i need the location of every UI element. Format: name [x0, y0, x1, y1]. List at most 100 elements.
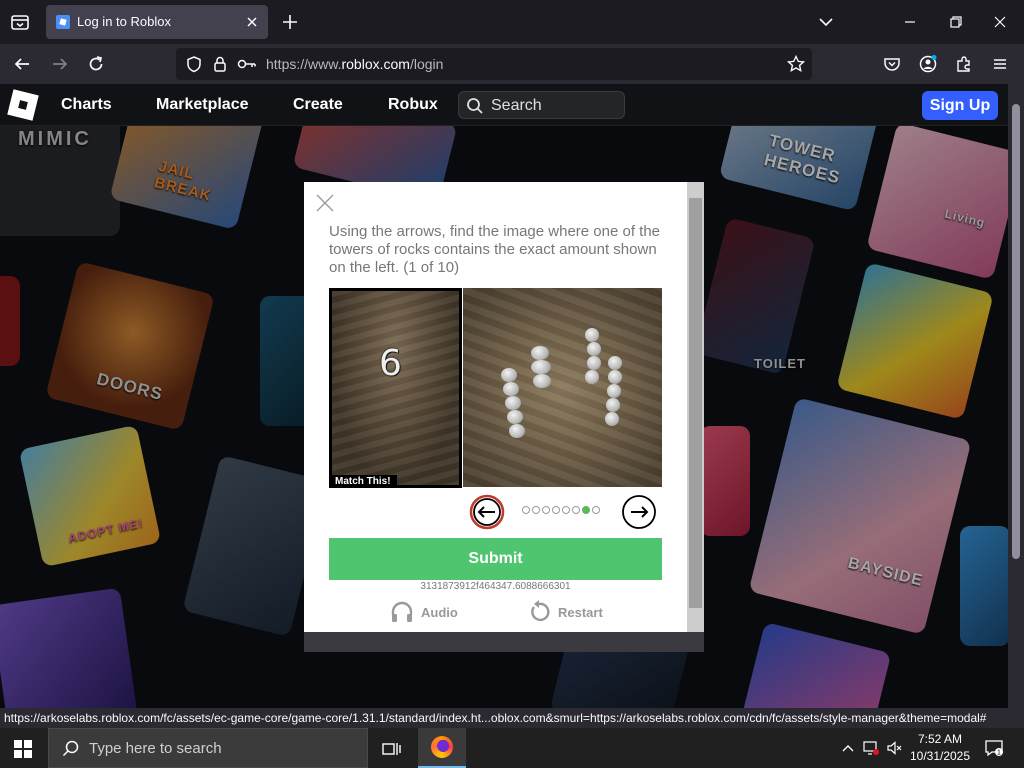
search-icon: [465, 96, 485, 116]
rock: [608, 370, 622, 384]
session-id: 3131873912f464347.6088666301: [420, 581, 571, 592]
page-dot: [582, 506, 590, 514]
rock: [531, 346, 549, 360]
rock: [503, 382, 519, 396]
star-icon[interactable]: [786, 54, 806, 74]
nav-robux[interactable]: Robux: [388, 96, 438, 114]
browser-toolbar: https://www.roblox.com/login: [0, 44, 1024, 84]
sign-up-button[interactable]: Sign Up: [922, 91, 998, 120]
roblox-favicon: [56, 15, 70, 29]
rock: [505, 396, 521, 410]
match-this-label: Match This!: [329, 475, 397, 488]
system-clock[interactable]: 7:52 AM 10/31/2025: [906, 731, 974, 765]
url-domain: roblox.com: [341, 56, 410, 72]
page-scrollbar-thumb[interactable]: [1012, 104, 1020, 559]
close-icon[interactable]: [990, 12, 1010, 32]
rock: [585, 370, 599, 384]
page-dot: [572, 506, 580, 514]
target-image: 6: [332, 291, 459, 485]
chevron-down-icon[interactable]: [817, 13, 835, 31]
tab-list-icon[interactable]: [8, 10, 32, 34]
rock-tower-image: [463, 288, 662, 487]
captcha-modal: Using the arrows, find the image where o…: [304, 182, 687, 632]
page-scrollbar[interactable]: [1008, 84, 1024, 708]
rock: [585, 328, 599, 342]
close-icon[interactable]: [244, 14, 260, 30]
rock: [501, 368, 517, 382]
page-dot: [542, 506, 550, 514]
target-number: 6: [379, 343, 402, 384]
extensions-icon[interactable]: [954, 54, 974, 74]
clock-date: 10/31/2025: [909, 749, 971, 763]
submit-button[interactable]: Submit: [329, 538, 662, 580]
audio-button[interactable]: Audio: [389, 598, 458, 626]
chevron-up-icon[interactable]: [840, 740, 856, 756]
url-path: /login: [409, 56, 444, 72]
network-icon[interactable]: [863, 740, 879, 756]
notification-icon[interactable]: 1: [984, 738, 1004, 758]
tab-title: Log in to Roblox: [77, 14, 171, 29]
rock: [605, 412, 619, 426]
modal-scrollbar-thumb[interactable]: [689, 198, 702, 608]
firefox-icon: [431, 736, 453, 758]
rock: [531, 360, 551, 374]
audio-label: Audio: [421, 604, 458, 620]
roblox-logo[interactable]: [7, 89, 39, 121]
rock: [608, 356, 622, 370]
restart-button[interactable]: Restart: [526, 598, 603, 626]
clock-time: 7:52 AM: [917, 732, 963, 746]
account-icon[interactable]: [918, 54, 938, 74]
url-prefix: https://www.: [266, 56, 342, 72]
firefox-taskbar-button[interactable]: [418, 728, 466, 768]
status-url: https://arkoselabs.roblox.com/fc/assets/…: [4, 711, 987, 725]
rock: [507, 410, 523, 424]
task-view-icon[interactable]: [380, 738, 402, 760]
web-page: MIMIC JAIL BREAK TOWER HEROES Living DOO…: [0, 84, 1024, 708]
plus-icon[interactable]: [280, 12, 300, 32]
key-icon[interactable]: [236, 54, 258, 74]
target-image-panel: 6 Match This!: [329, 288, 462, 488]
restart-label: Restart: [558, 604, 603, 620]
rock: [607, 384, 621, 398]
rock: [587, 356, 601, 370]
search-icon: [61, 739, 81, 759]
rock: [606, 398, 620, 412]
windows-taskbar: Type here to search 7:52 AM 10/31/2025 1: [0, 728, 1024, 768]
search-input[interactable]: Search: [458, 91, 625, 119]
menu-icon[interactable]: [990, 54, 1010, 74]
forward-arrow-icon[interactable]: [50, 54, 70, 74]
minimize-icon[interactable]: [900, 12, 920, 32]
windows-start-icon[interactable]: [12, 738, 34, 760]
taskbar-search-placeholder: Type here to search: [89, 740, 222, 757]
maximize-icon[interactable]: [945, 12, 965, 32]
tab-roblox-login[interactable]: Log in to Roblox: [46, 5, 268, 39]
search-placeholder: Search: [491, 97, 542, 114]
url-text[interactable]: https://www.roblox.com/login: [266, 56, 443, 72]
pocket-icon[interactable]: [882, 54, 902, 74]
nav-create[interactable]: Create: [293, 96, 343, 114]
taskbar-search-input[interactable]: Type here to search: [48, 728, 368, 768]
page-dot: [532, 506, 540, 514]
reload-icon[interactable]: [86, 54, 106, 74]
previous-arrow-button[interactable]: [469, 494, 505, 530]
back-arrow-icon[interactable]: [12, 54, 32, 74]
link-status-bar: https://arkoselabs.roblox.com/fc/assets/…: [0, 708, 1024, 728]
close-icon[interactable]: [316, 194, 334, 212]
lock-icon[interactable]: [210, 54, 230, 74]
modal-scrollbar[interactable]: [687, 182, 704, 632]
nav-charts[interactable]: Charts: [61, 96, 112, 114]
page-dot: [592, 506, 600, 514]
next-arrow-button[interactable]: [621, 494, 657, 530]
page-dot: [552, 506, 560, 514]
nav-marketplace[interactable]: Marketplace: [156, 96, 249, 114]
browser-tab-strip: Log in to Roblox: [0, 0, 1024, 44]
svg-text:1: 1: [997, 750, 1001, 757]
page-indicator: [522, 506, 600, 514]
page-dot: [522, 506, 530, 514]
volume-muted-icon[interactable]: [886, 740, 902, 756]
shield-icon[interactable]: [184, 54, 204, 74]
roblox-header: Charts Marketplace Create Robux Search S…: [0, 84, 1008, 126]
page-dot: [562, 506, 570, 514]
rock: [587, 342, 601, 356]
url-bar[interactable]: https://www.roblox.com/login: [176, 48, 812, 80]
